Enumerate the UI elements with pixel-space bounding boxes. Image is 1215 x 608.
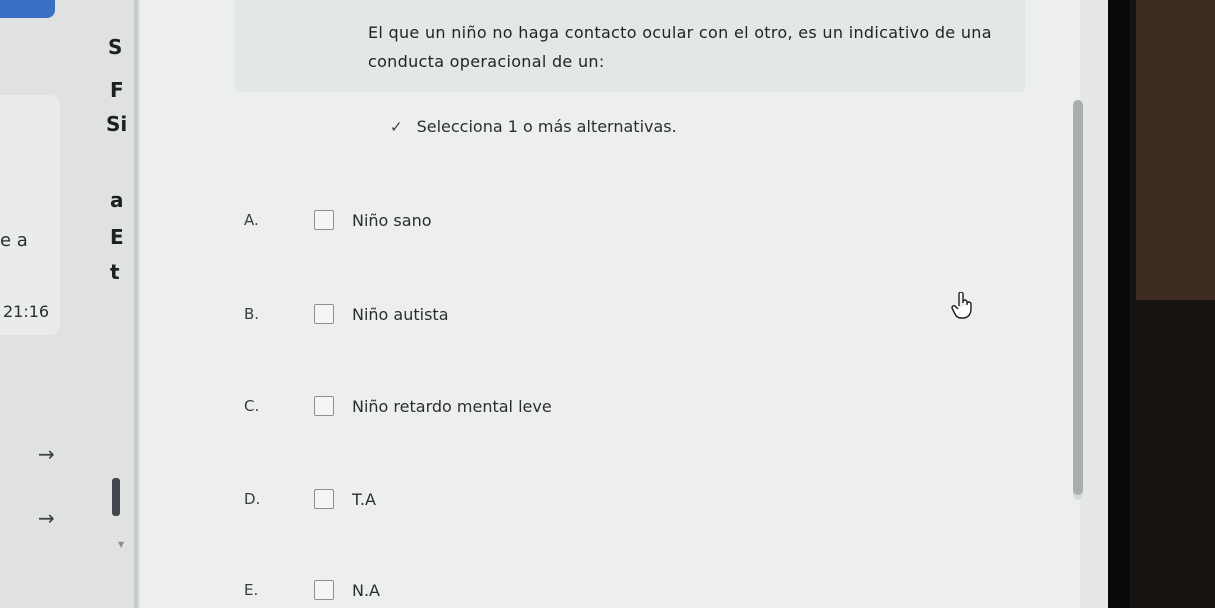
- option-letter: C.: [244, 397, 260, 415]
- arrow-right-icon-2[interactable]: →: [38, 506, 55, 530]
- option-e[interactable]: E. N.A: [244, 575, 380, 605]
- option-letter: A.: [244, 211, 259, 229]
- option-a[interactable]: A. Niño sano: [244, 205, 432, 235]
- option-letter: D.: [244, 490, 261, 508]
- option-label: Niño sano: [352, 210, 432, 230]
- question-text: El que un niño no haga contacto ocular c…: [368, 23, 992, 71]
- option-letter: E.: [244, 581, 259, 599]
- instruction-text: Selecciona 1 o más alternativas.: [416, 117, 677, 136]
- side-partial-text: e a: [0, 230, 28, 251]
- bezel-inner-edge: [1108, 0, 1130, 608]
- option-label: Niño autista: [352, 304, 449, 324]
- checkbox[interactable]: [314, 304, 334, 324]
- option-b[interactable]: B. Niño autista: [244, 299, 449, 329]
- option-d[interactable]: D. T.A: [244, 484, 376, 514]
- left-card[interactable]: [0, 95, 60, 335]
- checkbox[interactable]: [314, 210, 334, 230]
- option-label: Niño retardo mental leve: [352, 396, 552, 416]
- scrollbar-thumb[interactable]: [1073, 100, 1083, 495]
- side-letter-2: F: [110, 78, 124, 102]
- left-top-tab[interactable]: [0, 0, 55, 18]
- option-label: T.A: [352, 489, 376, 509]
- side-marker-bar: [112, 478, 120, 516]
- question-box: El que un niño no haga contacto ocular c…: [235, 0, 1025, 92]
- left-panel-divider: [134, 0, 138, 608]
- side-time: 21:16: [3, 302, 50, 321]
- checkbox[interactable]: [314, 396, 334, 416]
- option-label: N.A: [352, 580, 380, 600]
- monitor-bezel: [1108, 0, 1215, 608]
- hand-pointer-icon: [951, 292, 972, 319]
- side-letter-5: E: [110, 225, 124, 249]
- side-letter-4: a: [110, 188, 124, 212]
- side-letter-1: S: [108, 35, 123, 59]
- option-letter: B.: [244, 305, 260, 323]
- question-panel: El que un niño no haga contacto ocular c…: [140, 0, 1080, 608]
- arrow-right-icon[interactable]: →: [38, 442, 55, 466]
- caret-down-icon: ▼: [118, 540, 125, 549]
- background-wall: [1136, 0, 1215, 300]
- checkbox[interactable]: [314, 489, 334, 509]
- option-c[interactable]: C. Niño retardo mental leve: [244, 391, 552, 421]
- checkmark-icon: ✓: [390, 118, 403, 136]
- instruction-row: ✓ Selecciona 1 o más alternativas.: [390, 117, 677, 136]
- side-letter-6: t: [110, 260, 120, 284]
- side-letter-3: Si: [106, 112, 128, 136]
- checkbox[interactable]: [314, 580, 334, 600]
